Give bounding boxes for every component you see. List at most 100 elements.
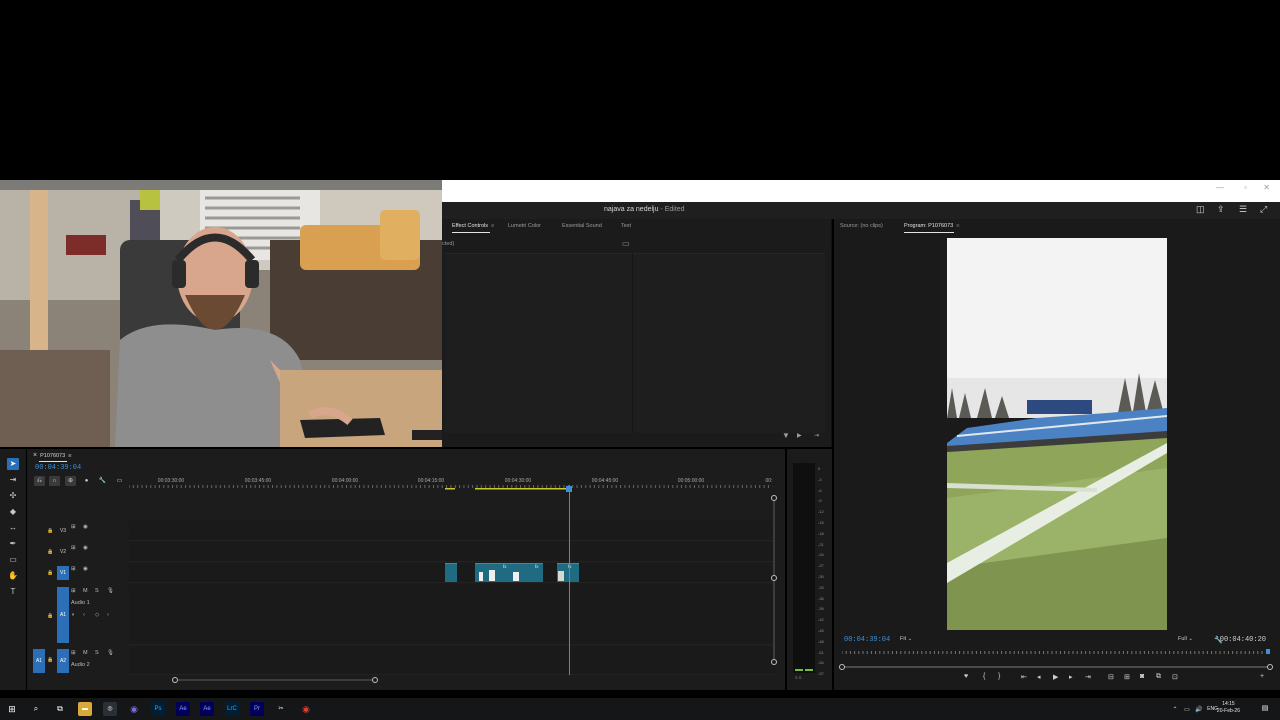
selection-tool-icon[interactable]: ➤ (7, 458, 19, 470)
tab-essential-sound[interactable]: Essential Sound (562, 223, 602, 229)
sequence-menu-icon[interactable]: ≡ (68, 453, 71, 459)
timeline-zoom-scrollbar[interactable] (172, 677, 378, 683)
play-audio-icon[interactable]: ▶ (797, 432, 802, 439)
program-zoom-scrollbar[interactable] (839, 664, 1273, 670)
program-timecode[interactable]: 00:04:39:04 (844, 636, 890, 644)
sync-lock-icon[interactable]: ⊞ (71, 545, 76, 551)
maximize-icon[interactable]: ▫ (1244, 183, 1247, 192)
tab-text[interactable]: Text (621, 223, 631, 229)
sync-lock-icon[interactable]: ⊞ (71, 524, 76, 530)
go-to-out-icon[interactable]: ⇥ (1085, 673, 1091, 681)
export-frame-icon[interactable]: ⇥ (814, 432, 819, 439)
play-icon[interactable]: ▶ (1053, 673, 1058, 681)
nest-toggle-icon[interactable]: ⎌ (34, 476, 45, 486)
vscroll-mid-handle[interactable] (771, 575, 777, 581)
tab-effect-controls[interactable]: Effect Controls ≡ (452, 223, 494, 229)
lightroom-classic-icon[interactable]: LrC (225, 702, 239, 716)
fit-dropdown[interactable]: Fit ⌄ (900, 636, 912, 642)
volume-icon[interactable]: ◑ (71, 612, 74, 618)
video-clip[interactable]: fx (557, 563, 579, 582)
timeline-vertical-scrollbar[interactable] (771, 495, 777, 665)
timeline-view-icon[interactable]: ▭ (622, 239, 630, 248)
comparison-view-icon[interactable]: ⧉ (1156, 673, 1161, 681)
lane-v3[interactable] (129, 521, 775, 541)
add-keyframe-icon[interactable]: ◇ (95, 612, 99, 618)
export-frame-camera-icon[interactable]: ◙ (1140, 673, 1144, 680)
tab-lumetri-color[interactable]: Lumetri Color (508, 223, 541, 229)
solo-button[interactable]: S (95, 588, 99, 594)
sequence-name[interactable]: P1076073 (40, 453, 65, 459)
button-editor-icon[interactable]: ⊡ (1172, 673, 1178, 681)
mute-button[interactable]: M (83, 650, 88, 656)
playhead-line[interactable] (569, 485, 570, 675)
fullscreen-icon[interactable]: ⤢ (1260, 205, 1267, 214)
eye-icon[interactable]: ◉ (83, 545, 88, 551)
task-view-icon[interactable]: ⧉ (53, 702, 67, 716)
type-tool-icon[interactable]: T (7, 586, 19, 598)
lift-icon[interactable]: ⊟ (1108, 673, 1114, 681)
viber-icon[interactable]: ◉ (127, 702, 141, 716)
track-select-tool-icon[interactable]: ⇥ (7, 474, 19, 486)
next-keyframe-icon[interactable]: › (107, 612, 109, 618)
timeline-timecode[interactable]: 00:04:39:04 (35, 464, 81, 472)
minimize-icon[interactable]: — (1216, 183, 1224, 192)
after-effects-icon[interactable]: Ae (176, 702, 190, 716)
lane-v1[interactable]: fx fx fx (129, 563, 775, 583)
track-name-v2[interactable]: V2 (57, 545, 69, 559)
chrome-icon[interactable]: ◎ (103, 702, 117, 716)
tl-scroll-start-handle[interactable] (172, 677, 178, 683)
premiere-icon[interactable]: Pr (250, 702, 264, 716)
rectangle-tool-icon[interactable]: ▭ (7, 554, 19, 566)
file-explorer-icon[interactable]: ▬ (78, 702, 92, 716)
quality-dropdown[interactable]: Full ⌄ (1178, 636, 1193, 642)
lock-icon[interactable]: 🔒 (47, 549, 53, 555)
mark-in-icon[interactable]: { (983, 673, 985, 680)
notifications-icon[interactable]: ▤ (1258, 702, 1272, 716)
close-icon[interactable]: ✕ (1263, 183, 1270, 192)
vscroll-bottom-handle[interactable] (771, 659, 777, 665)
sync-lock-icon[interactable]: ⊞ (71, 566, 76, 572)
panel-menu-icon[interactable]: ≡ (491, 223, 494, 229)
windows-start-icon[interactable]: ⊞ (5, 702, 19, 716)
lane-a2[interactable] (129, 647, 775, 675)
slip-tool-icon[interactable]: ↔ (7, 522, 19, 534)
solo-button[interactable]: S (95, 650, 99, 656)
timeline-ruler[interactable]: 00:03:30:00 00:03:45:00 00:04:00:00 00:0… (129, 475, 772, 491)
track-name-a1[interactable]: A1 (57, 587, 69, 643)
tl-scroll-end-handle[interactable] (372, 677, 378, 683)
program-menu-icon[interactable]: ≡ (956, 223, 959, 229)
track-name-a2[interactable]: A2 (57, 649, 69, 673)
workspaces-menu-icon[interactable]: ☰ (1239, 205, 1247, 214)
lane-a1[interactable] (129, 585, 775, 645)
video-clip[interactable] (445, 563, 457, 582)
video-clip[interactable]: fx fx (475, 563, 543, 582)
filter-icon[interactable]: ▼ (782, 431, 790, 440)
quick-export-icon[interactable]: ◫ (1196, 205, 1205, 214)
linked-selection-icon[interactable]: ⊕ (65, 476, 76, 486)
add-marker-timeline-icon[interactable]: ● (81, 476, 92, 486)
microphone-icon[interactable]: 🎙 (107, 588, 114, 594)
lock-icon[interactable]: 🔒 (47, 657, 53, 663)
add-button-icon[interactable]: + (1260, 673, 1264, 680)
lane-v2[interactable] (129, 542, 775, 562)
playhead-handle[interactable] (566, 486, 572, 492)
timeline-settings-icon[interactable]: 🔧 (97, 476, 108, 486)
go-to-in-icon[interactable]: ⇤ (1021, 673, 1027, 681)
track-name-v3[interactable]: V3 (57, 524, 69, 538)
mute-button[interactable]: M (83, 588, 88, 594)
photoshop-icon[interactable]: Ps (151, 702, 165, 716)
captions-icon[interactable]: ▭ (114, 476, 125, 486)
lock-icon[interactable]: 🔒 (47, 613, 53, 619)
sync-lock-icon[interactable]: ⊞ (71, 588, 76, 594)
mark-out-icon[interactable]: } (998, 673, 1000, 680)
tab-program-label[interactable]: Program: P1076073 (904, 223, 953, 229)
sync-lock-icon[interactable]: ⊞ (71, 650, 76, 656)
volume-icon[interactable]: 🔊 (1192, 703, 1206, 717)
record-app-icon[interactable]: ◉ (299, 702, 313, 716)
vscroll-top-handle[interactable] (771, 495, 777, 501)
eye-icon[interactable]: ◉ (83, 524, 88, 530)
program-scroll-end-handle[interactable] (1267, 664, 1273, 670)
source-patch-a1[interactable]: A1 (33, 649, 45, 673)
tab-source-monitor[interactable]: Source: (no clips) (840, 223, 883, 229)
track-name-v1[interactable]: V1 (57, 566, 69, 580)
